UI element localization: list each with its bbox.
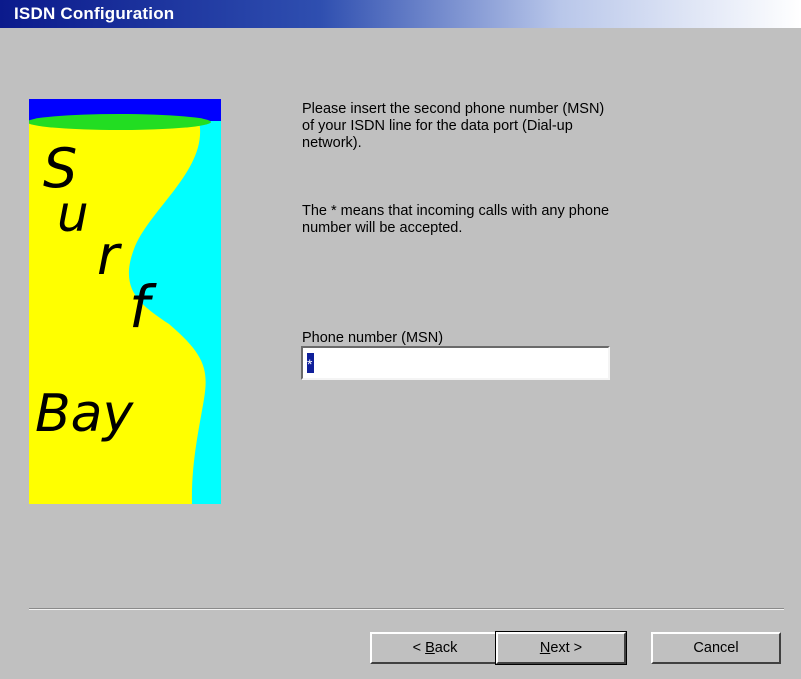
logo-letter-r: r [97, 224, 122, 287]
instruction-line: network). [302, 135, 362, 151]
logo-green-horizon [29, 114, 211, 130]
phone-number-label: Phone number (MSN) [302, 330, 444, 346]
instruction-text: Please insert the second phone number (M… [302, 101, 722, 152]
button-separator [29, 608, 784, 610]
phone-number-input[interactable] [307, 354, 602, 374]
cancel-button-label: Cancel [693, 640, 739, 656]
cancel-button[interactable]: Cancel [651, 632, 781, 664]
phone-number-field-frame[interactable] [301, 346, 610, 380]
wildcard-note: The * means that incoming calls with any… [302, 203, 722, 237]
surf-bay-logo: S u r f Bay [29, 99, 221, 504]
logo-word-bay: Bay [35, 384, 135, 444]
instruction-line: of your ISDN line for the data port (Dia… [302, 118, 573, 134]
note-line: number will be accepted. [302, 220, 463, 236]
next-button-label: Next > [539, 640, 583, 656]
next-button[interactable]: Next > [495, 631, 627, 665]
instruction-line: Please insert the second phone number (M… [302, 101, 605, 117]
back-button-label: < Back [412, 640, 458, 656]
back-button[interactable]: < Back [370, 632, 500, 664]
window-title: ISDN Configuration [14, 4, 175, 23]
title-bar: ISDN Configuration [0, 0, 801, 28]
note-line: The * means that incoming calls with any… [302, 203, 610, 219]
logo-letter-u: u [57, 185, 89, 243]
